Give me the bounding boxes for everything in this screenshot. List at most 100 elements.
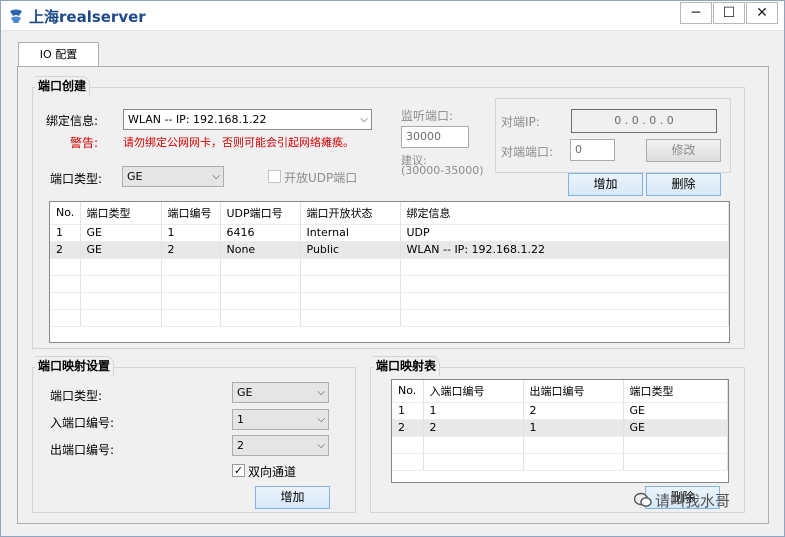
out-port-select[interactable]: 2 ⌵: [232, 435, 329, 456]
listen-port-input[interactable]: 30000: [401, 126, 469, 148]
port-table-cell: WLAN -- IP: 192.168.1.22: [400, 241, 729, 259]
port-table-row[interactable]: 2 GE 2 None Public WLAN -- IP: 192.168.1.22: [50, 241, 729, 259]
port-table-cell: [300, 292, 401, 310]
port-table-cell: [400, 309, 729, 327]
mapping-table-row[interactable]: [392, 436, 728, 454]
port-create-title: 端口创建: [35, 76, 91, 96]
port-table-cell: [50, 275, 81, 293]
port-table-cell: [50, 309, 81, 327]
mapping-table-row[interactable]: 1 1 2 GE: [392, 402, 728, 420]
bind-info-select[interactable]: WLAN -- IP: 192.168.1.22 ⌵: [123, 109, 372, 130]
port-table-row[interactable]: [50, 258, 729, 276]
port-table-cell: Internal: [300, 224, 401, 242]
peer-port-input[interactable]: 0: [570, 139, 615, 161]
bind-info-label: 绑定信息:: [46, 114, 99, 128]
port-table-cell: [50, 258, 81, 276]
app-logo-icon: [10, 9, 22, 23]
mapping-table-cell: [623, 436, 728, 454]
mapping-table-cell: GE: [623, 419, 728, 437]
peer-ip-label: 对端IP:: [501, 115, 540, 129]
port-table-cell: None: [220, 241, 301, 259]
suggest-range: (30000-35000): [401, 164, 484, 177]
mapping-table-cell: [392, 436, 424, 454]
port-table-cell: [50, 292, 81, 310]
modify-button[interactable]: 修改: [646, 139, 721, 162]
mapping-table-cell: GE: [623, 402, 728, 420]
maximize-button[interactable]: ☐: [713, 2, 745, 24]
mapping-table-cell: [523, 453, 624, 471]
mapping-table-cell: 1: [423, 402, 524, 420]
add-mapping-button[interactable]: 增加: [255, 486, 330, 509]
bind-info-value: WLAN -- IP: 192.168.1.22: [128, 113, 267, 126]
warning-text: 请勿绑定公网网卡，否则可能会引起网络瘫痪。: [123, 136, 354, 149]
map-port-type-select[interactable]: GE ⌵: [232, 382, 329, 403]
port-table-cell: [300, 309, 401, 327]
bidirectional-label: 双向通道: [248, 465, 297, 479]
mapping-table-row[interactable]: 2 2 1 GE: [392, 419, 728, 437]
chevron-down-icon: ⌵: [360, 114, 368, 125]
port-table-cell: [400, 292, 729, 310]
mapping-table-cell: [423, 436, 524, 454]
port-table-cell: [161, 309, 221, 327]
port-table-row[interactable]: [50, 275, 729, 293]
port-type-value: GE: [127, 170, 143, 183]
mapping-table-header-cell[interactable]: No.: [392, 380, 424, 403]
mapping-table-cell: [523, 436, 624, 454]
bidirectional-checkbox[interactable]: ✓: [232, 464, 245, 477]
mapping-table-header-cell[interactable]: 入端口编号: [423, 380, 524, 403]
port-table-cell: GE: [80, 241, 162, 259]
listen-port-label: 监听端口:: [401, 109, 454, 123]
mapping-table-row[interactable]: [392, 453, 728, 471]
port-table-header-cell[interactable]: No.: [50, 202, 81, 225]
out-port-value: 2: [237, 439, 244, 452]
mapping-table-cell: [623, 453, 728, 471]
watermark-text: 请叫我水哥: [655, 492, 731, 510]
mapping-settings-title: 端口映射设置: [35, 356, 115, 376]
port-table-cell: 2: [50, 241, 81, 259]
port-table-header-cell[interactable]: 端口编号: [161, 202, 221, 225]
port-table-cell: UDP: [400, 224, 729, 242]
port-table-header-cell[interactable]: UDP端口号: [220, 202, 301, 225]
title-bar[interactable]: 上海realserver ─ ☐ ✕: [1, 1, 784, 31]
port-type-label: 端口类型:: [50, 172, 103, 186]
port-table[interactable]: No. 端口类型 端口编号 UDP端口号 端口开放状态 绑定信息 1 GE 1 6416 Inter…: [49, 201, 730, 343]
mapping-table[interactable]: No. 入端口编号 出端口编号 端口类型 1 1 2 GE 2 2 1 GE: [391, 379, 729, 483]
open-udp-label: 开放UDP端口: [284, 171, 358, 185]
close-button[interactable]: ✕: [746, 2, 778, 24]
port-table-cell: [80, 309, 162, 327]
add-port-button[interactable]: 增加: [568, 173, 643, 196]
port-table-cell: 2: [161, 241, 221, 259]
mapping-table-header-cell[interactable]: 端口类型: [623, 380, 728, 403]
in-port-label: 入端口编号:: [50, 416, 115, 430]
out-port-label: 出端口编号:: [50, 443, 115, 457]
mapping-table-cell: [392, 453, 424, 471]
tab-io-config[interactable]: IO 配置: [18, 42, 99, 67]
port-table-row[interactable]: [50, 309, 729, 327]
map-port-type-value: GE: [237, 386, 253, 399]
warning-label: 警告:: [70, 136, 99, 150]
minimize-button[interactable]: ─: [680, 2, 712, 24]
port-table-cell: [220, 275, 301, 293]
port-table-header-cell[interactable]: 绑定信息: [400, 202, 729, 225]
port-table-row[interactable]: [50, 292, 729, 310]
open-udp-checkbox[interactable]: [268, 170, 281, 183]
app-window: 上海realserver ─ ☐ ✕ IO 配置 端口创建 绑定信息: WLAN…: [0, 0, 785, 537]
in-port-select[interactable]: 1 ⌵: [232, 409, 329, 430]
chevron-down-icon: ⌵: [317, 387, 325, 398]
port-type-select[interactable]: GE ⌵: [122, 166, 224, 187]
mapping-table-header-row: No. 入端口编号 出端口编号 端口类型: [392, 380, 728, 403]
mapping-table-cell: 2: [423, 419, 524, 437]
mapping-table-cell: 1: [392, 402, 424, 420]
mapping-table-title: 端口映射表: [373, 356, 441, 376]
port-table-row[interactable]: 1 GE 1 6416 Internal UDP: [50, 224, 729, 242]
port-table-cell: [161, 275, 221, 293]
port-table-header-cell[interactable]: 端口类型: [80, 202, 162, 225]
mapping-table-header-cell[interactable]: 出端口编号: [523, 380, 624, 403]
peer-ip-input[interactable]: 0 . 0 . 0 . 0: [571, 109, 717, 133]
delete-port-button[interactable]: 删除: [646, 173, 721, 196]
port-table-cell: 1: [161, 224, 221, 242]
mapping-table-cell: 1: [523, 419, 624, 437]
port-table-cell: Public: [300, 241, 401, 259]
port-table-header-cell[interactable]: 端口开放状态: [300, 202, 401, 225]
port-table-cell: [300, 275, 401, 293]
